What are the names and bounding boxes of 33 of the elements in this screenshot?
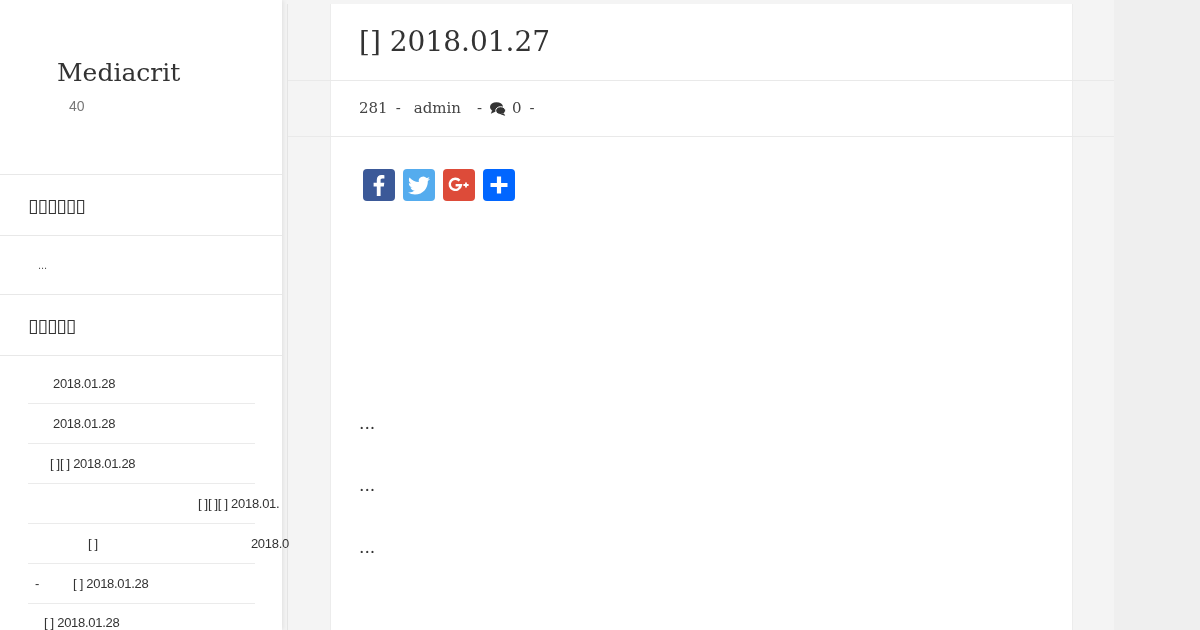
- plus-icon: [483, 169, 515, 201]
- twitter-icon: [403, 169, 435, 201]
- widget-title: ▯▯▯▯▯▯: [28, 192, 85, 218]
- widget-title: ▯▯▯▯▯: [28, 312, 76, 338]
- comment-count: 0: [512, 98, 522, 120]
- facebook-icon: [363, 169, 395, 201]
- widget-text: ...: [38, 257, 48, 273]
- view-count: 281: [359, 98, 388, 120]
- meta-separator: -: [395, 98, 401, 120]
- meta-separator: -: [476, 98, 483, 120]
- site-tagline: 40: [69, 97, 85, 116]
- google-plus-icon: [443, 169, 475, 201]
- post-link[interactable]: [ ]: [88, 536, 98, 551]
- google-plus-share-button[interactable]: [443, 169, 475, 201]
- post-link[interactable]: [ ][ ][ ] 2018.01.: [198, 496, 280, 511]
- facebook-share-button[interactable]: [363, 169, 395, 201]
- post-link[interactable]: 2018.01.28: [53, 376, 116, 391]
- post-link[interactable]: 2018.0: [250, 536, 289, 551]
- site-title[interactable]: Mediacrit: [57, 56, 181, 90]
- post-link[interactable]: [ ] 2018.01.28: [73, 576, 149, 591]
- paragraph-text: ...: [359, 536, 376, 559]
- author-link[interactable]: admin: [413, 97, 461, 120]
- comments-icon: [490, 101, 507, 116]
- post-link[interactable]: -: [35, 576, 40, 591]
- share-button[interactable]: [483, 169, 515, 201]
- post-link[interactable]: [ ] 2018.01.28: [44, 615, 120, 630]
- post-link[interactable]: [ ][ ] 2018.01.28: [50, 456, 136, 471]
- paragraph-text: ...: [359, 412, 376, 435]
- post-link[interactable]: 2018.01.28: [53, 416, 116, 431]
- paragraph-text: ...: [359, 474, 376, 497]
- post-title: [] 2018.01.27: [359, 25, 551, 59]
- twitter-share-button[interactable]: [403, 169, 435, 201]
- meta-separator: -: [529, 98, 535, 120]
